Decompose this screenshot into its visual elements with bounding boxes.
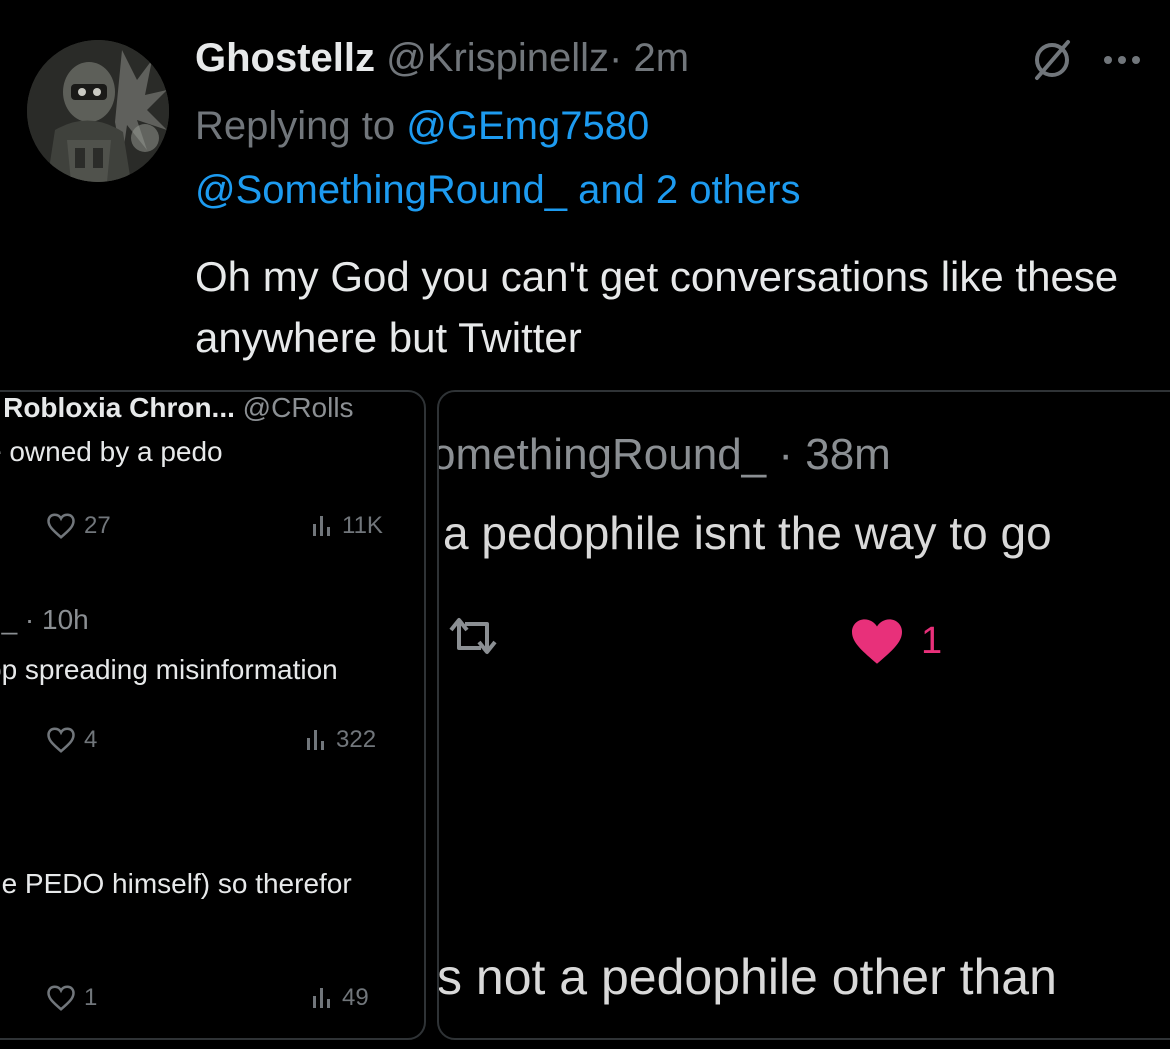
avatar-image	[27, 40, 169, 182]
post2-views-count: 322	[336, 726, 377, 753]
post2-likes-count: 4	[84, 726, 98, 753]
heart-outline-icon	[47, 513, 75, 539]
others-link[interactable]: and 2 others	[578, 168, 800, 212]
views-icon	[313, 516, 330, 536]
timestamp[interactable]: · 2m	[609, 36, 689, 80]
grok-slash-icon[interactable]	[1030, 38, 1074, 82]
media-image-left[interactable]: f Robloxia Chron... @CRolls e owned by a…	[0, 390, 426, 1040]
right-post-text-2: s not a pedophile other than	[437, 949, 1057, 1005]
post3-text: he PEDO himself) so therefor	[0, 868, 352, 899]
right-post-likes-count: 1	[921, 619, 943, 662]
tweet[interactable]: Ghostellz @Krispinellz· 2m Replying to @…	[0, 0, 1170, 1049]
user-handle[interactable]: @Krispinellz	[386, 36, 609, 80]
post1-header: f Robloxia Chron... @CRolls	[0, 392, 354, 424]
heart-outline-icon	[47, 727, 75, 753]
header-actions	[1030, 38, 1142, 82]
display-name[interactable]: Ghostellz	[195, 36, 375, 80]
post1-name: f Robloxia Chron...	[0, 392, 235, 423]
post3-likes-count: 1	[84, 984, 98, 1011]
post2-likes: 4	[46, 726, 97, 754]
post2-text: op spreading misinformation	[0, 654, 338, 685]
retweet-icon	[449, 618, 497, 654]
views-icon	[307, 730, 324, 750]
post3-likes: 1	[46, 984, 97, 1012]
post3-views: 49	[310, 984, 369, 1012]
heart-filled-icon	[852, 619, 902, 664]
right-post-likes: 1	[849, 616, 942, 666]
right-post-text: a pedophile isnt the way to go	[443, 507, 1052, 559]
post3-views-count: 49	[342, 984, 369, 1011]
avatar[interactable]	[27, 40, 169, 182]
replying-line-2: @SomethingRound_ and 2 others	[195, 168, 800, 213]
post1-likes-count: 27	[84, 512, 111, 539]
tweet-text: Oh my God you can't get conversations li…	[195, 253, 1119, 361]
post1-views: 11K	[310, 512, 383, 540]
replying-line: Replying to @GEmg7580	[195, 104, 649, 149]
post1-likes: 27	[46, 512, 111, 540]
media-image-right[interactable]: omethingRound_ · 38m a pedophile isnt th…	[437, 390, 1170, 1040]
replying-prefix: Replying to	[195, 104, 396, 148]
post2-meta: d_ · 10h	[0, 604, 89, 635]
mention-link[interactable]: @GEmg7580	[406, 104, 649, 148]
views-icon	[313, 988, 330, 1008]
post1-views-count: 11K	[342, 512, 383, 539]
tweet-header: Ghostellz @Krispinellz· 2m	[195, 36, 689, 81]
mention-link[interactable]: @SomethingRound_	[195, 168, 567, 212]
post1-handle: @CRolls	[242, 392, 354, 423]
more-icon[interactable]	[1102, 53, 1142, 67]
right-post-meta: omethingRound_ · 38m	[437, 430, 891, 479]
post2-views: 322	[304, 726, 376, 754]
post1-text: e owned by a pedo	[0, 436, 223, 467]
heart-outline-icon	[47, 985, 75, 1011]
